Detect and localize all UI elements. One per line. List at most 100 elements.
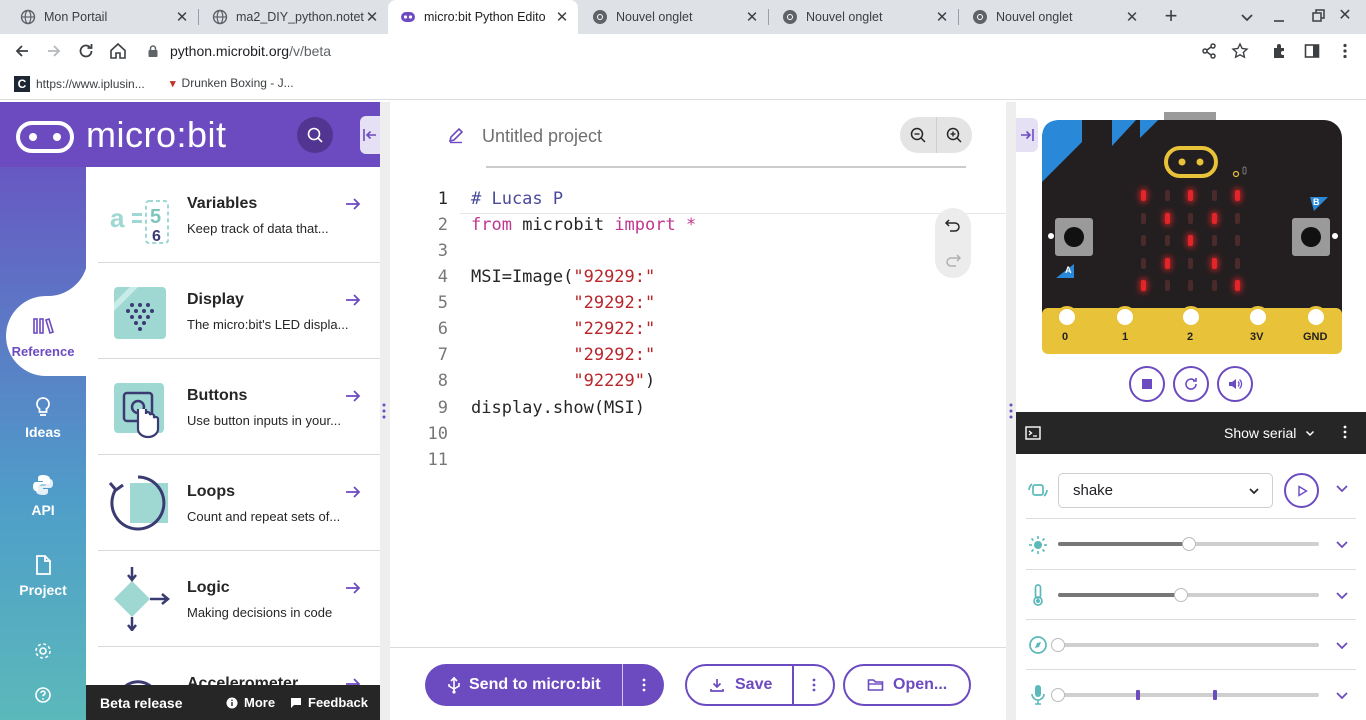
bookmark-item[interactable]: ▾ Drunken Boxing - J... (170, 76, 294, 90)
slider-knob[interactable] (1051, 638, 1065, 652)
tab-mon-portail[interactable]: Mon Portail ✕ (0, 0, 198, 34)
edit-pencil-icon[interactable] (447, 126, 465, 144)
chevron-down-icon[interactable] (1334, 587, 1350, 603)
chevron-down-icon[interactable] (1334, 687, 1350, 703)
temperature-slider[interactable] (1058, 588, 1319, 602)
code-line[interactable]: "22922:" (471, 319, 655, 339)
project-name-input[interactable]: Untitled project (482, 126, 602, 147)
tab-search-chevron-icon[interactable] (1238, 8, 1256, 26)
slider-knob[interactable] (1181, 537, 1196, 551)
sound-threshold-high-marker[interactable] (1213, 690, 1217, 700)
chevron-down-icon[interactable] (1334, 480, 1350, 496)
zoom-out-icon[interactable] (909, 126, 927, 144)
minimize-icon[interactable] (1270, 6, 1288, 26)
undo-icon[interactable] (944, 217, 962, 235)
reference-item-buttons[interactable]: Buttons Use button inputs in your... (98, 359, 380, 455)
tab-microbit-editor[interactable]: micro:bit Python Edito ✕ (388, 0, 578, 34)
send-to-microbit-button[interactable]: Send to micro:bit (425, 664, 664, 706)
tab-title: Nouvel onglet (806, 10, 883, 24)
bookmark-star-icon[interactable] (1231, 42, 1249, 60)
light-slider[interactable] (1058, 537, 1319, 551)
save-more-options-button[interactable] (794, 666, 833, 704)
reference-item-accelerometer[interactable]: Accelerometer (98, 647, 380, 685)
more-vertical-icon[interactable] (1343, 425, 1347, 439)
sound-slider[interactable] (1051, 688, 1319, 702)
address-bar[interactable]: python.microbit.org/v/beta (140, 37, 1262, 65)
drag-dots-icon (1009, 402, 1013, 420)
stop-simulator-button[interactable] (1129, 366, 1165, 402)
redo-icon[interactable] (944, 252, 962, 270)
slider-knob[interactable] (1051, 688, 1065, 702)
collapse-sidebar-button[interactable] (360, 116, 380, 154)
tab-new-2[interactable]: Nouvel onglet ✕ (768, 0, 958, 34)
pin-gnd-hole[interactable] (1305, 306, 1327, 328)
pin-3v-hole[interactable] (1247, 306, 1269, 328)
save-button[interactable]: Save (685, 664, 835, 706)
close-tab-icon[interactable]: ✕ (364, 9, 380, 26)
reference-item-logic[interactable]: Logic Making decisions in code (98, 551, 380, 647)
sound-threshold-low-marker[interactable] (1136, 690, 1140, 700)
feedback-button[interactable]: Feedback (290, 695, 368, 710)
compass-slider[interactable] (1051, 638, 1319, 652)
zoom-in-icon[interactable] (945, 126, 963, 144)
led (1235, 212, 1240, 224)
restore-icon[interactable] (1309, 7, 1327, 25)
code-line[interactable]: "29292:" (471, 293, 655, 313)
simulator-button-b[interactable] (1292, 218, 1330, 256)
tab-new-1[interactable]: Nouvel onglet ✕ (578, 0, 768, 34)
forward-icon[interactable] (44, 41, 64, 61)
chevron-down-icon[interactable] (1334, 536, 1350, 552)
search-button[interactable] (297, 117, 333, 153)
close-window-icon[interactable]: ✕ (1336, 6, 1354, 26)
simulator-button-a[interactable] (1055, 218, 1093, 256)
extensions-icon[interactable] (1271, 42, 1289, 60)
code-line[interactable]: # Lucas P (471, 189, 563, 209)
gesture-select[interactable]: shake (1058, 473, 1273, 508)
close-tab-icon[interactable]: ✕ (174, 9, 190, 26)
pin-0-hole[interactable] (1056, 306, 1078, 328)
send-more-options-button[interactable] (623, 664, 664, 706)
close-tab-icon[interactable]: ✕ (554, 9, 570, 26)
bookmark-item[interactable]: C https://www.iplusin... (14, 76, 145, 92)
code-line[interactable]: "92229") (471, 371, 655, 391)
browser-menu-icon[interactable] (1336, 42, 1354, 60)
sidebar-item-ideas[interactable]: Ideas (0, 396, 86, 440)
share-icon[interactable] (1200, 42, 1218, 60)
collapse-simulator-button[interactable] (1016, 118, 1038, 152)
reload-icon[interactable] (76, 41, 96, 61)
open-button[interactable]: Open... (843, 664, 971, 706)
tab-new-3[interactable]: Nouvel onglet ✕ (958, 0, 1148, 34)
side-panel-icon[interactable] (1303, 42, 1321, 60)
close-tab-icon[interactable]: ✕ (934, 9, 950, 26)
new-tab-icon[interactable]: + (1160, 5, 1182, 28)
pin-2-hole[interactable] (1180, 306, 1202, 328)
help-icon[interactable] (34, 686, 52, 704)
sidebar-item-project[interactable]: Project (0, 554, 86, 598)
pin-1-hole[interactable] (1114, 306, 1136, 328)
code-line[interactable]: "29292:" (471, 345, 655, 365)
microphone-led-icon (1232, 166, 1247, 178)
show-serial-button[interactable]: Show serial (1224, 425, 1316, 441)
code-line[interactable]: from microbit import * (471, 215, 696, 235)
microbit-logo-icon (16, 121, 74, 153)
close-tab-icon[interactable]: ✕ (1124, 9, 1140, 26)
sidebar-item-api[interactable]: API (0, 474, 86, 518)
reference-item-display[interactable]: Display The micro:bit's LED displa... (98, 263, 380, 359)
sidebar-item-reference[interactable]: Reference (0, 316, 86, 359)
mute-simulator-button[interactable] (1217, 366, 1253, 402)
reset-simulator-button[interactable] (1173, 366, 1209, 402)
tab-notebook[interactable]: ma2_DIY_python.notet ✕ (198, 0, 388, 34)
reference-item-variables[interactable]: a 56 Variables Keep track of data that... (98, 167, 380, 263)
reference-item-loops[interactable]: Loops Count and repeat sets of... (98, 455, 380, 551)
send-gesture-button[interactable] (1284, 473, 1319, 508)
close-tab-icon[interactable]: ✕ (744, 9, 760, 26)
led (1235, 257, 1240, 269)
slider-knob[interactable] (1173, 588, 1188, 602)
back-icon[interactable] (12, 41, 32, 61)
more-button[interactable]: More (226, 695, 275, 710)
home-icon[interactable] (108, 41, 128, 61)
chevron-down-icon[interactable] (1334, 637, 1350, 653)
settings-gear-icon[interactable] (34, 642, 52, 660)
code-line[interactable]: MSI=Image("92929:" (471, 267, 655, 287)
code-line[interactable]: display.show(MSI) (471, 398, 645, 418)
